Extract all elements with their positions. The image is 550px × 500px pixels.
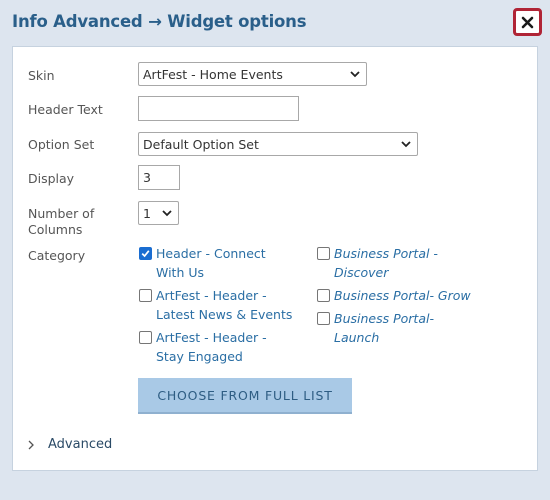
header-text-input[interactable] [138, 96, 299, 121]
close-button[interactable] [513, 8, 542, 36]
advanced-label: Advanced [48, 437, 113, 452]
skin-label: Skin [28, 68, 55, 83]
category-checkbox-grow[interactable] [317, 289, 330, 302]
skin-value: ArtFest - Home Events [143, 66, 283, 82]
widget-options-panel: Skin ArtFest - Home Events Header Text O… [12, 46, 538, 471]
category-label-grow[interactable]: Business Portal- Grow [334, 286, 471, 305]
category-label-discover[interactable]: Business Portal - Discover [334, 244, 438, 282]
advanced-toggle[interactable]: Advanced [28, 437, 112, 452]
dropdown-caret-icon [401, 140, 411, 148]
category-label: Category [28, 248, 86, 263]
close-icon [521, 16, 534, 28]
display-label: Display [28, 171, 75, 186]
category-checkbox-stay-engaged[interactable] [139, 331, 152, 344]
option-set-select[interactable]: Default Option Set [138, 132, 418, 156]
columns-select[interactable]: 1 [138, 201, 179, 225]
header-text-label: Header Text [28, 102, 103, 117]
columns-value: 1 [143, 205, 151, 221]
category-checkbox-connect[interactable] [139, 247, 152, 260]
category-label-launch[interactable]: Business Portal- Launch [334, 309, 434, 347]
option-set-value: Default Option Set [143, 136, 259, 152]
category-label-stay-engaged[interactable]: ArtFest - Header - Stay Engaged [156, 328, 267, 366]
chevron-right-icon [28, 440, 34, 449]
dialog-title: Info Advanced → Widget options [12, 12, 307, 31]
dropdown-caret-icon [162, 209, 172, 217]
skin-select[interactable]: ArtFest - Home Events [138, 62, 367, 86]
checkmark-icon [141, 250, 150, 258]
display-input[interactable] [138, 165, 180, 190]
columns-label: Number of Columns [28, 206, 95, 237]
category-checkbox-discover[interactable] [317, 247, 330, 260]
category-label-connect[interactable]: Header - Connect With Us [156, 244, 266, 282]
category-label-latest-news[interactable]: ArtFest - Header - Latest News & Events [156, 286, 292, 324]
option-set-label: Option Set [28, 137, 95, 152]
category-checkbox-latest-news[interactable] [139, 289, 152, 302]
dropdown-caret-icon [350, 70, 360, 78]
category-checkbox-launch[interactable] [317, 312, 330, 325]
choose-from-full-list-button[interactable]: CHOOSE FROM FULL LIST [138, 378, 352, 414]
